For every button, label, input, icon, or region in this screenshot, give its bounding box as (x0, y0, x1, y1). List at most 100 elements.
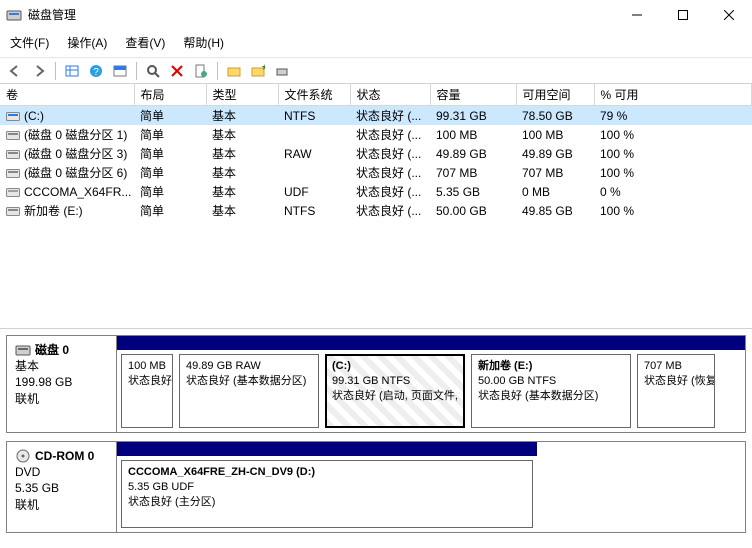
table-row[interactable]: 新加卷 (E:)简单基本NTFS状态良好 (...50.00 GB49.85 G… (0, 201, 752, 220)
cell-type: 基本 (206, 106, 278, 126)
cell-type: 基本 (206, 201, 278, 220)
separator (55, 62, 56, 80)
volume-table[interactable]: 卷 布局 类型 文件系统 状态 容量 可用空间 % 可用 (C:)简单基本NTF… (0, 84, 752, 220)
cdrom-row: CD-ROM 0 DVD 5.35 GB 联机 CCCOMA_X64FRE_ZH… (6, 441, 746, 533)
table-row[interactable]: (磁盘 0 磁盘分区 1)简单基本状态良好 (...100 MB100 MB10… (0, 125, 752, 144)
cdrom-icon (15, 449, 31, 463)
cell-status: 状态良好 (... (350, 182, 430, 201)
col-capacity[interactable]: 容量 (430, 84, 516, 106)
cell-status: 状态良好 (... (350, 201, 430, 220)
disk-info[interactable]: 磁盘 0 基本 199.98 GB 联机 (7, 336, 117, 432)
app-icon (6, 7, 22, 23)
table-row[interactable]: (磁盘 0 磁盘分区 6)简单基本状态良好 (...707 MB707 MB10… (0, 163, 752, 182)
cdrom-stripe (117, 442, 537, 456)
cell-layout: 简单 (134, 201, 206, 220)
cell-capacity: 99.31 GB (430, 106, 516, 126)
cell-type: 基本 (206, 163, 278, 182)
separator (136, 62, 137, 80)
separator (217, 62, 218, 80)
table-row[interactable]: (C:)简单基本NTFS状态良好 (...99.31 GB78.50 GB79 … (0, 106, 752, 126)
maximize-button[interactable] (660, 0, 706, 30)
col-volume[interactable]: 卷 (0, 84, 134, 106)
col-fs[interactable]: 文件系统 (278, 84, 350, 106)
cell-type: 基本 (206, 182, 278, 201)
cdrom-state: 联机 (15, 497, 110, 513)
view-list-button[interactable] (61, 60, 83, 82)
cell-layout: 简单 (134, 163, 206, 182)
disk-partition[interactable]: 707 MB状态良好 (恢复 (637, 354, 715, 428)
disk-icon (15, 343, 31, 357)
cell-pct: 100 % (594, 201, 752, 220)
cell-layout: 简单 (134, 144, 206, 163)
new-volume-button[interactable]: ★ (247, 60, 269, 82)
properties-button[interactable] (190, 60, 212, 82)
menu-file[interactable]: 文件(F) (8, 32, 51, 53)
cell-type: 基本 (206, 125, 278, 144)
delete-button[interactable] (166, 60, 188, 82)
disk-partition[interactable]: (C:)99.31 GB NTFS状态良好 (启动, 页面文件, (325, 354, 465, 428)
disk-name: 磁盘 0 (35, 342, 69, 358)
partition-line1: 707 MB (644, 359, 708, 374)
cell-volume: CCCOMA_X64FR... (0, 182, 134, 201)
cdrom-info[interactable]: CD-ROM 0 DVD 5.35 GB 联机 (7, 442, 117, 532)
table-row[interactable]: (磁盘 0 磁盘分区 3)简单基本RAW状态良好 (...49.89 GB49.… (0, 144, 752, 163)
disk-row: 磁盘 0 基本 199.98 GB 联机 100 MB状态良好 (...49.8… (6, 335, 746, 433)
disk-partition[interactable]: 新加卷 (E:)50.00 GB NTFS状态良好 (基本数据分区) (471, 354, 631, 428)
minimize-button[interactable] (614, 0, 660, 30)
cdrom-partition[interactable]: CCCOMA_X64FRE_ZH-CN_DV9 (D:) 5.35 GB UDF… (121, 460, 533, 528)
partition-line2: 状态良好 (启动, 页面文件, (332, 389, 458, 404)
partition-title: CCCOMA_X64FRE_ZH-CN_DV9 (D:) (128, 465, 526, 480)
partition-line2: 状态良好 (主分区) (128, 495, 526, 510)
col-status[interactable]: 状态 (350, 84, 430, 106)
volume-icon (6, 129, 20, 141)
cell-free: 49.85 GB (516, 201, 594, 220)
cdrom-map: CCCOMA_X64FRE_ZH-CN_DV9 (D:) 5.35 GB UDF… (117, 442, 537, 532)
disk-partition[interactable]: 49.89 GB RAW状态良好 (基本数据分区) (179, 354, 319, 428)
partition-line2: 状态良好 (基本数据分区) (186, 374, 312, 389)
cell-volume: (磁盘 0 磁盘分区 1) (0, 125, 134, 144)
help-button[interactable]: ? (85, 60, 107, 82)
col-pct[interactable]: % 可用 (594, 84, 752, 106)
table-row[interactable]: CCCOMA_X64FR...简单基本UDF状态良好 (...5.35 GB0 … (0, 182, 752, 201)
partition-line1: 99.31 GB NTFS (332, 374, 458, 389)
menu-help[interactable]: 帮助(H) (181, 32, 226, 53)
view-graphical-button[interactable] (109, 60, 131, 82)
cell-free: 49.89 GB (516, 144, 594, 163)
cell-status: 状态良好 (... (350, 144, 430, 163)
svg-text:?: ? (93, 67, 99, 78)
volume-icon (6, 110, 20, 122)
cell-volume: (磁盘 0 磁盘分区 6) (0, 163, 134, 182)
cell-type: 基本 (206, 144, 278, 163)
forward-button[interactable] (28, 60, 50, 82)
cell-layout: 简单 (134, 125, 206, 144)
menu-view[interactable]: 查看(V) (123, 32, 167, 53)
cell-pct: 100 % (594, 163, 752, 182)
volume-icon (6, 167, 20, 179)
disk-partition[interactable]: 100 MB状态良好 (... (121, 354, 173, 428)
cell-status: 状态良好 (... (350, 163, 430, 182)
cell-pct: 100 % (594, 125, 752, 144)
cell-free: 78.50 GB (516, 106, 594, 126)
toolbar: ? ★ (0, 58, 752, 84)
close-button[interactable] (706, 0, 752, 30)
cell-fs: UDF (278, 182, 350, 201)
cell-status: 状态良好 (... (350, 106, 430, 126)
rescan-button[interactable] (142, 60, 164, 82)
cell-free: 707 MB (516, 163, 594, 182)
col-layout[interactable]: 布局 (134, 84, 206, 106)
cell-pct: 100 % (594, 144, 752, 163)
partition-title: 新加卷 (E:) (478, 359, 624, 374)
new-folder-button[interactable] (223, 60, 245, 82)
back-button[interactable] (4, 60, 26, 82)
menu-action[interactable]: 操作(A) (65, 32, 109, 53)
attach-vhd-button[interactable] (271, 60, 293, 82)
volume-table-wrap: 卷 布局 类型 文件系统 状态 容量 可用空间 % 可用 (C:)简单基本NTF… (0, 84, 752, 329)
svg-text:★: ★ (261, 64, 265, 72)
col-type[interactable]: 类型 (206, 84, 278, 106)
table-header-row[interactable]: 卷 布局 类型 文件系统 状态 容量 可用空间 % 可用 (0, 84, 752, 106)
cell-pct: 0 % (594, 182, 752, 201)
partition-line1: 50.00 GB NTFS (478, 374, 624, 389)
col-free[interactable]: 可用空间 (516, 84, 594, 106)
window-title: 磁盘管理 (28, 6, 76, 23)
cell-capacity: 49.89 GB (430, 144, 516, 163)
